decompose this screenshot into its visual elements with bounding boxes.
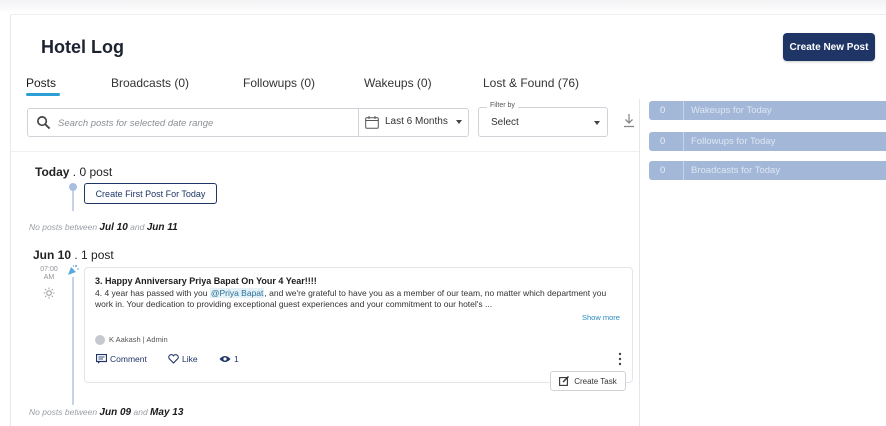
date-range-select[interactable]: Last 6 Months	[385, 116, 448, 127]
followups-summary[interactable]: 0 Followups for Today	[649, 132, 886, 151]
summary-separator	[683, 132, 684, 151]
post-time: 07:00 AM	[37, 266, 61, 282]
filter-label: Filter by	[487, 102, 518, 109]
search-icon[interactable]	[36, 115, 51, 130]
post-body: 4. 4 year has passed with you @Priya Bap…	[95, 288, 625, 310]
avatar	[95, 335, 105, 345]
comment-icon	[96, 354, 107, 364]
tab-followups[interactable]: Followups (0)	[243, 76, 315, 90]
comment-label: Comment	[110, 354, 147, 364]
edit-icon	[559, 376, 570, 386]
timeline-dot	[69, 183, 77, 191]
wakeups-label: Wakeups for Today	[691, 105, 772, 116]
party-popper-icon	[68, 264, 79, 275]
create-task-button[interactable]: Create Task	[550, 371, 626, 391]
summary-separator	[683, 161, 684, 180]
range-note-mid: and	[130, 222, 145, 232]
post-time-ampm: AM	[43, 274, 55, 281]
range-note-to: Jun 11	[146, 222, 178, 233]
timeline-line	[72, 277, 74, 405]
heart-icon	[168, 354, 179, 364]
top-shade	[0, 0, 886, 14]
today-heading: Today . 0 post	[35, 165, 112, 179]
jun10-heading: Jun 10 . 1 post	[33, 248, 114, 262]
toolbar-divider	[11, 151, 639, 152]
jun10-count: . 1 post	[74, 248, 114, 262]
like-label: Like	[182, 354, 198, 364]
views-value: 1	[234, 354, 239, 364]
post-title: 3. Happy Anniversary Priya Bapat On Your…	[95, 276, 317, 286]
range-note-to: May 13	[150, 407, 184, 418]
views-count: 1	[219, 354, 239, 364]
active-tab-indicator	[26, 93, 60, 96]
sun-icon	[43, 287, 55, 299]
tab-wakeups[interactable]: Wakeups (0)	[364, 76, 432, 90]
post-body-start: 4. 4 year has passed with you	[95, 288, 210, 298]
summary-separator	[683, 101, 684, 120]
followups-label: Followups for Today	[691, 136, 776, 147]
range-note: No posts between Jun 09 and May 13	[29, 407, 183, 418]
create-first-post-button[interactable]: Create First Post For Today	[84, 183, 217, 204]
search-input[interactable]	[58, 113, 368, 133]
hotel-log-panel: Hotel Log Create New Post Posts Broadcas…	[10, 14, 886, 426]
post-card[interactable]: 3. Happy Anniversary Priya Bapat On Your…	[84, 267, 633, 383]
page-title: Hotel Log	[41, 37, 124, 57]
create-task-label: Create Task	[574, 376, 617, 386]
chevron-down-icon[interactable]	[456, 120, 462, 124]
download-icon[interactable]	[623, 114, 635, 128]
range-note-prefix: No posts between	[29, 407, 98, 417]
tab-posts[interactable]: Posts	[26, 76, 56, 90]
chevron-down-icon[interactable]	[594, 121, 600, 125]
range-note-from: Jul 10	[99, 222, 128, 233]
today-day: Today	[35, 165, 70, 179]
followups-count: 0	[660, 136, 666, 147]
range-note: No posts between Jul 10 and Jun 11	[29, 222, 178, 233]
timeline-line	[72, 191, 74, 211]
show-more-link[interactable]: Show more	[582, 313, 620, 322]
more-options-icon[interactable]	[618, 352, 622, 366]
search-bar: Last 6 Months	[27, 108, 469, 137]
search-separator	[358, 109, 359, 136]
jun10-day: Jun 10	[33, 248, 72, 262]
range-note-from: Jun 09	[99, 407, 132, 418]
tab-broadcasts[interactable]: Broadcasts (0)	[111, 76, 189, 90]
calendar-icon[interactable]	[365, 116, 379, 129]
broadcasts-summary[interactable]: 0 Broadcasts for Today	[649, 161, 886, 180]
post-author: K Aakash | Admin	[109, 335, 168, 344]
broadcasts-count: 0	[660, 165, 666, 176]
post-time-value: 07:00	[40, 266, 58, 273]
range-note-mid: and	[133, 407, 148, 417]
filter-value[interactable]: Select	[491, 117, 519, 128]
broadcasts-label: Broadcasts for Today	[691, 165, 781, 176]
filter-select[interactable]: Filter by Select	[478, 102, 608, 137]
range-note-prefix: No posts between	[29, 222, 98, 232]
wakeups-summary[interactable]: 0 Wakeups for Today	[649, 101, 886, 120]
comment-button[interactable]: Comment	[96, 354, 147, 364]
create-new-post-button[interactable]: Create New Post	[783, 33, 875, 61]
tab-lost-and-found[interactable]: Lost & Found (76)	[483, 76, 579, 90]
eye-icon	[219, 356, 231, 362]
like-button[interactable]: Like	[168, 354, 198, 364]
today-count: . 0 post	[72, 165, 113, 179]
user-mention[interactable]: @Priya Bapat	[209, 288, 265, 298]
column-divider	[639, 99, 640, 426]
wakeups-count: 0	[660, 105, 666, 116]
